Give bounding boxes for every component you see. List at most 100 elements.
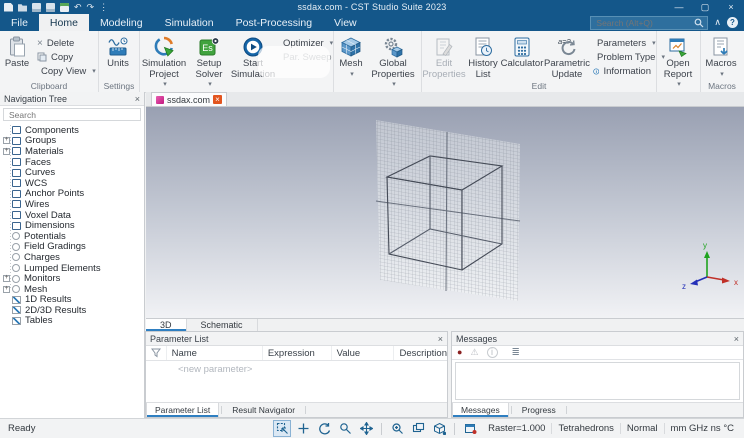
warnings-filter-icon[interactable]: ⚠ — [470, 348, 478, 357]
simulation-project-button[interactable]: Simulation Project ▾ — [140, 32, 188, 91]
expander-icon[interactable]: + — [3, 274, 10, 283]
param-table-body[interactable]: <new parameter> — [146, 361, 447, 402]
tree-item-1d-results[interactable]: 1D Results — [0, 294, 144, 305]
open-report-button[interactable]: Open Report ▾ — [657, 32, 699, 91]
copy-button[interactable]: Copy — [34, 50, 96, 64]
edit-properties-button[interactable]: Edit Properties — [422, 32, 466, 80]
tree-item-wires[interactable]: Wires — [0, 199, 144, 210]
bottom-tab-messages[interactable]: Messages — [452, 403, 509, 417]
param-column-description[interactable]: Description — [393, 346, 447, 360]
param-column-expression[interactable]: Expression — [261, 346, 331, 360]
par-sweep-button[interactable]: Par. Sweep — [276, 50, 332, 64]
tree-item-voxel-data[interactable]: Voxel Data — [0, 210, 144, 221]
status-field-raster-1-000[interactable]: Raster=1.000 — [482, 423, 551, 434]
open-file-icon[interactable] — [18, 4, 27, 12]
nav-tree-close-icon[interactable]: × — [135, 94, 140, 104]
zoom-lasso-tool-icon[interactable] — [336, 420, 354, 437]
close-button[interactable]: × — [718, 0, 744, 14]
viewport-3d[interactable]: y x z — [146, 107, 744, 318]
ribbon-tab-post-processing[interactable]: Post-Processing — [225, 14, 323, 31]
delete-button[interactable]: × Delete — [34, 36, 96, 50]
tree-item-tables[interactable]: Tables — [0, 315, 144, 326]
paste-button[interactable]: Paste — [0, 32, 34, 70]
tree-item-field-gradings[interactable]: Field Gradings — [0, 241, 144, 252]
tree-item-potentials[interactable]: Potentials — [0, 231, 144, 242]
history-list-button[interactable]: History List — [466, 32, 500, 80]
new-file-icon[interactable] — [4, 2, 13, 12]
mesh-button[interactable]: Mesh ▾ — [334, 32, 368, 80]
optimizer-button[interactable]: Optimizer ▾ — [276, 36, 333, 50]
bottom-tab-progress[interactable]: Progress — [514, 403, 564, 417]
ribbon-search[interactable] — [590, 15, 709, 30]
expander-icon[interactable]: + — [3, 147, 10, 155]
information-button[interactable]: Information — [590, 64, 654, 78]
tree-item-wcs[interactable]: WCS — [0, 178, 144, 189]
document-tab-close-icon[interactable]: × — [213, 95, 223, 104]
tree-item-dimensions[interactable]: Dimensions — [0, 220, 144, 231]
tree-item-charges[interactable]: Charges — [0, 252, 144, 263]
status-field-mm-ghz-ns-c[interactable]: mm GHz ns °C — [663, 423, 740, 434]
export-icon[interactable] — [60, 2, 69, 12]
tree-item-groups[interactable]: + Groups — [0, 135, 144, 146]
pan-tool-icon[interactable] — [357, 420, 375, 437]
new-parameter-row[interactable]: <new parameter> — [146, 361, 447, 375]
ribbon-tab-file[interactable]: File — [0, 14, 39, 31]
ribbon-tab-view[interactable]: View — [323, 14, 368, 31]
param-column-value[interactable]: Value — [330, 346, 394, 360]
status-field-normal[interactable]: Normal — [619, 423, 664, 434]
start-simulation-button[interactable]: Start Simulation — [230, 32, 276, 80]
qat-more-icon[interactable]: ⋮ — [99, 2, 108, 12]
tree-item-faces[interactable]: Faces — [0, 157, 144, 168]
tree-item-2d-3d-results[interactable]: 2D/3D Results — [0, 305, 144, 316]
minimize-button[interactable]: — — [666, 0, 692, 14]
tree-item-materials[interactable]: + Materials — [0, 146, 144, 157]
nav-tree-search[interactable] — [3, 108, 141, 121]
help-icon[interactable]: ? — [727, 17, 738, 28]
raster-settings-icon[interactable] — [461, 420, 479, 437]
nav-tree-search-input[interactable] — [7, 108, 137, 121]
save-icon[interactable] — [32, 2, 41, 12]
copy-view-button[interactable]: Copy View ▾ — [34, 64, 96, 78]
calculator-button[interactable]: Calculator — [500, 32, 544, 70]
undo-icon[interactable]: ↶ — [74, 2, 82, 12]
ribbon-tab-modeling[interactable]: Modeling — [89, 14, 154, 31]
move-tool-icon[interactable] — [294, 420, 312, 437]
status-field-tetrahedrons[interactable]: Tetrahedrons — [551, 423, 619, 434]
info-filter-icon[interactable]: i — [486, 347, 498, 358]
problem-type-button[interactable]: Problem Type ▾ — [590, 50, 665, 64]
errors-filter-icon[interactable]: ● — [457, 348, 462, 357]
message-options-icon[interactable]: ≣ — [512, 348, 520, 358]
document-tab[interactable]: ssdax.com × — [151, 92, 228, 106]
rotate-tool-icon[interactable] — [315, 420, 333, 437]
bottom-tab-result-navigator[interactable]: Result Navigator — [224, 403, 303, 417]
collapse-ribbon-icon[interactable]: ∧ — [714, 17, 721, 28]
expander-icon[interactable]: + — [3, 285, 10, 293]
tree-item-lumped-elements[interactable]: Lumped Elements — [0, 263, 144, 274]
parameter-list-close-icon[interactable]: × — [438, 334, 443, 344]
global-properties-button[interactable]: Global Properties ▾ — [368, 32, 418, 91]
parametric-update-button[interactable]: a=? Parametric Update — [544, 32, 590, 80]
tree-item-curves[interactable]: Curves — [0, 167, 144, 178]
zoom-select-tool-icon[interactable] — [273, 420, 292, 437]
tree-item-mesh[interactable]: + Mesh — [0, 284, 144, 295]
filter-funnel-icon[interactable] — [150, 348, 161, 358]
search-input[interactable] — [594, 16, 695, 29]
isometric-view-icon[interactable] — [430, 420, 448, 437]
bottom-tab-parameter-list[interactable]: Parameter List — [146, 403, 220, 417]
messages-close-icon[interactable]: × — [734, 334, 739, 344]
redo-icon[interactable]: ↷ — [87, 2, 95, 12]
parameters-button[interactable]: Parameters ▾ — [590, 36, 656, 50]
ribbon-tab-simulation[interactable]: Simulation — [154, 14, 225, 31]
previous-view-icon[interactable] — [409, 420, 427, 437]
messages-body[interactable] — [455, 362, 740, 400]
maximize-button[interactable]: ▢ — [692, 0, 718, 14]
viewport-tab-schematic[interactable]: Schematic — [187, 319, 258, 331]
param-column-name[interactable]: Name — [165, 346, 262, 360]
tree-item-monitors[interactable]: + Monitors — [0, 273, 144, 284]
units-button[interactable]: Units — [99, 32, 137, 70]
save-all-icon[interactable] — [46, 2, 55, 12]
setup-solver-button[interactable]: Es Setup Solver ▾ — [188, 32, 230, 91]
tree-item-components[interactable]: Components — [0, 125, 144, 136]
macros-button[interactable]: Macros ▾ — [701, 32, 741, 80]
zoom-fit-icon[interactable] — [388, 420, 406, 437]
